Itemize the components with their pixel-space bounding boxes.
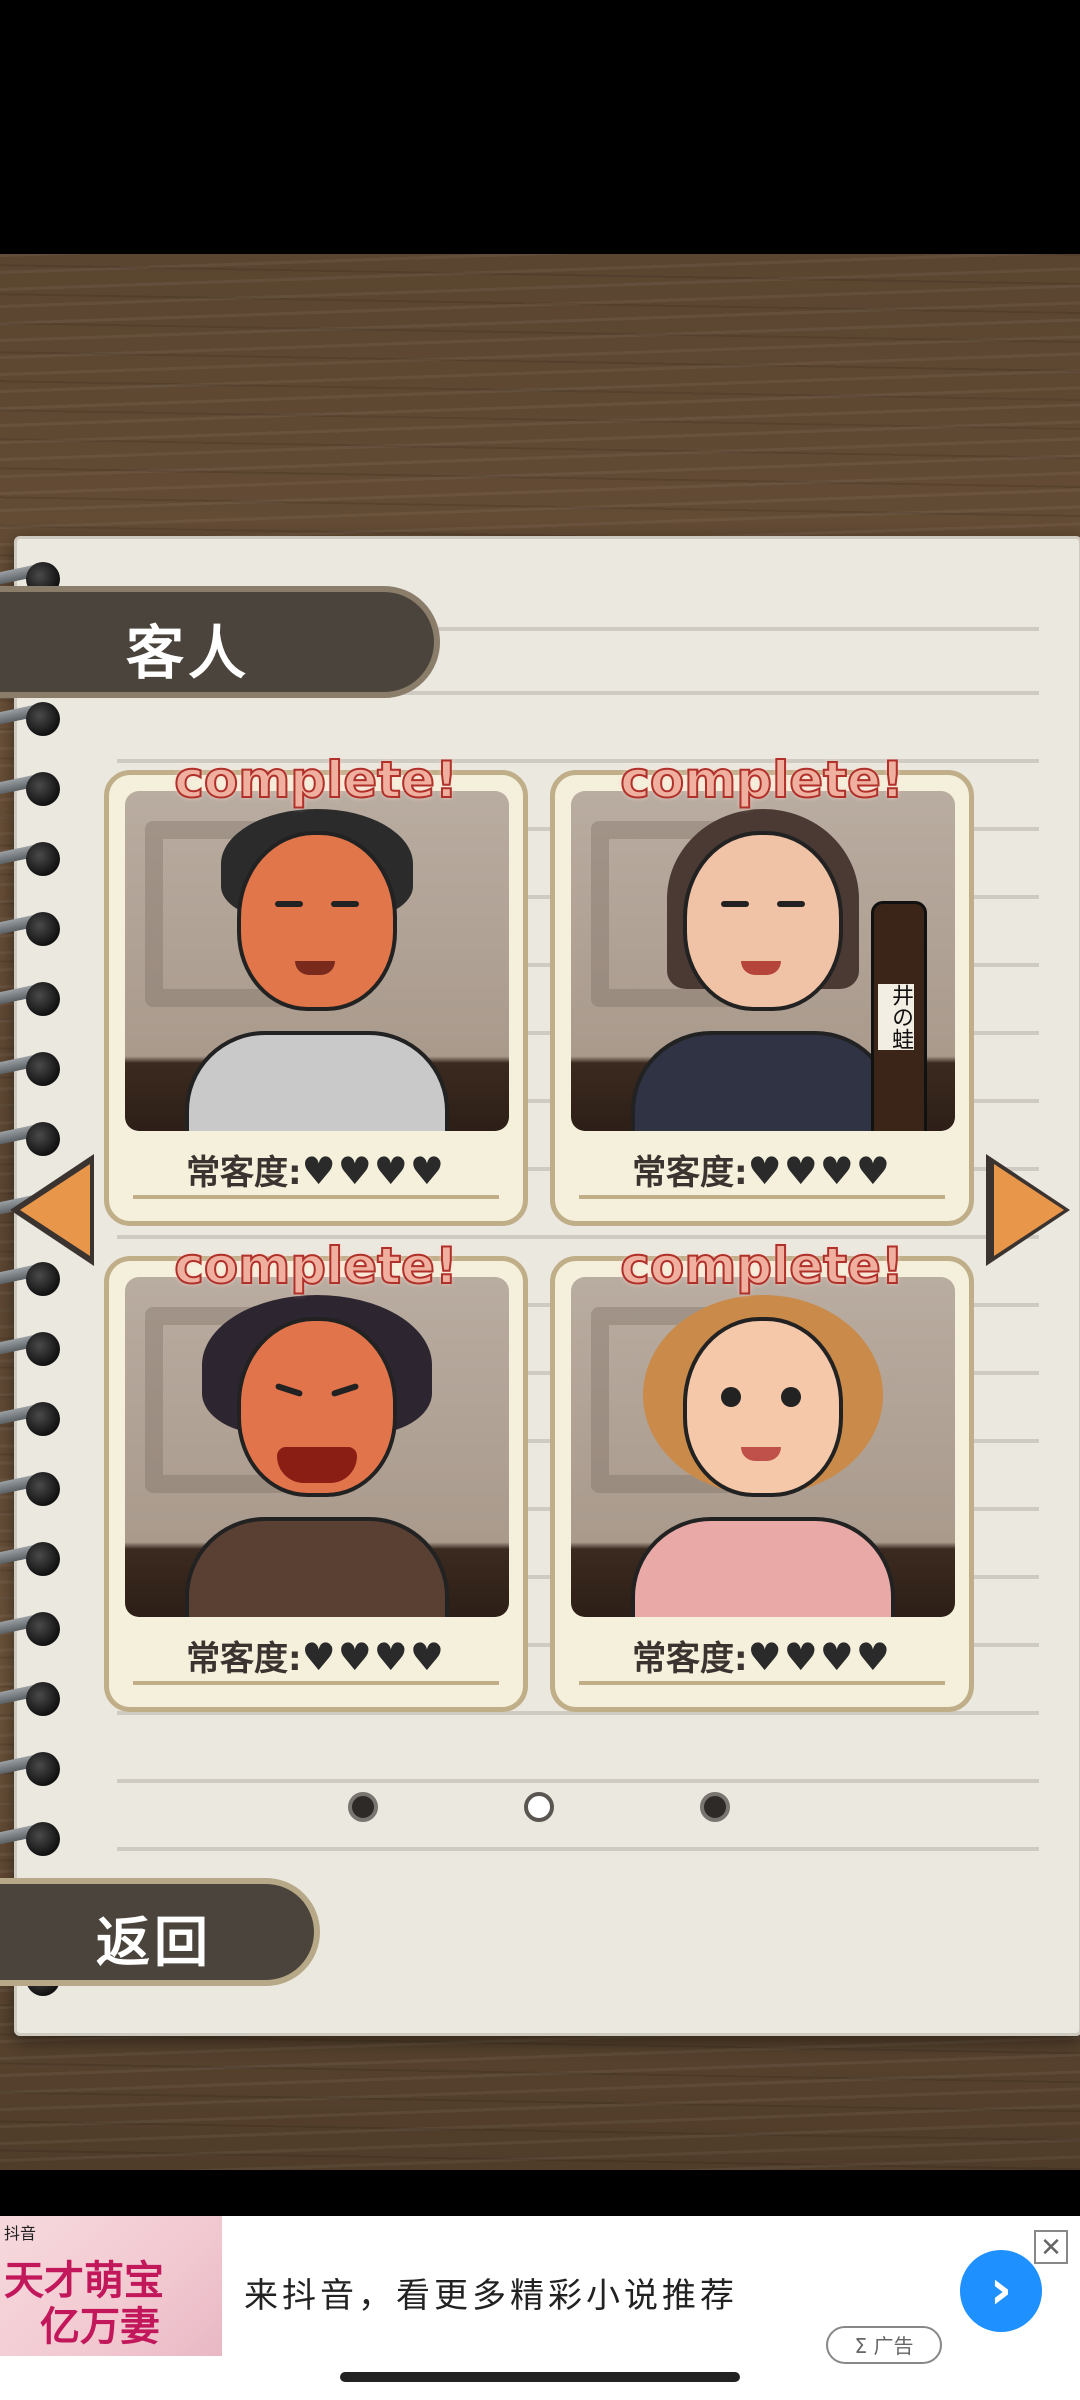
page-title: 客人	[126, 619, 251, 687]
heart-icons: ♥♥♥♥	[301, 1635, 446, 1679]
heart-icons: ♥♥♥♥	[747, 1635, 892, 1679]
status-bar-area	[0, 0, 1080, 254]
bottle-label: 井の蛙	[878, 984, 914, 1050]
page-indicator-dot-3[interactable]	[700, 1792, 730, 1822]
page-indicator-dot-1[interactable]	[348, 1792, 378, 1822]
bottom-black-bar	[0, 2170, 1080, 2220]
loyalty-label: 常客度:	[632, 1153, 748, 1193]
ad-text[interactable]: 来抖音，看更多精彩小说推荐	[244, 2268, 738, 2317]
customer-portrait	[125, 791, 509, 1131]
customer-card-1[interactable]: complete! 常客度:♥♥♥♥	[104, 750, 528, 1226]
customer-portrait	[571, 1277, 955, 1617]
ad-thumb-title-2: 亿万妻	[40, 2304, 160, 2350]
complete-label: complete!	[173, 1236, 459, 1296]
customer-card-2[interactable]: 井の蛙 complete! 常客度:♥♥♥♥	[550, 750, 974, 1226]
complete-label: complete!	[173, 750, 459, 810]
back-button[interactable]: 返回	[0, 1878, 320, 1986]
customer-card-4[interactable]: complete! 常客度:♥♥♥♥	[550, 1236, 974, 1712]
ad-go-arrow-icon[interactable]: ›	[960, 2250, 1042, 2332]
loyalty-label: 常客度:	[632, 1639, 748, 1679]
page-indicator-dot-2[interactable]	[524, 1792, 554, 1822]
notebook-rings	[0, 560, 70, 2000]
loyalty-label: 常客度:	[186, 1639, 302, 1679]
complete-label: complete!	[619, 1236, 905, 1296]
loyalty-label: 常客度:	[186, 1153, 302, 1193]
ad-close-icon[interactable]: ✕	[1034, 2230, 1068, 2264]
sake-bottle-icon: 井の蛙	[871, 901, 927, 1131]
ad-tag: Σ 广告	[826, 2326, 942, 2364]
heart-icons: ♥♥♥♥	[301, 1149, 446, 1193]
heart-icons: ♥♥♥♥	[747, 1149, 892, 1193]
douyin-logo-icon: 抖音	[4, 2224, 37, 2243]
customer-portrait	[125, 1277, 509, 1617]
next-page-arrow-icon[interactable]	[986, 1154, 1076, 1270]
ad-thumbnail[interactable]: 抖音 天才萌宝 亿万妻	[0, 2216, 222, 2356]
prev-page-arrow-icon[interactable]	[10, 1154, 106, 1270]
back-button-label: 返回	[96, 1911, 212, 1974]
customer-portrait: 井の蛙	[571, 791, 955, 1131]
complete-label: complete!	[619, 750, 905, 810]
loyalty-rating: 常客度:♥♥♥♥	[109, 1145, 523, 1194]
loyalty-rating: 常客度:♥♥♥♥	[555, 1145, 969, 1194]
section-tab: 客人	[0, 586, 440, 698]
home-indicator[interactable]	[340, 2372, 740, 2382]
customer-card-3[interactable]: complete! 常客度:♥♥♥♥	[104, 1236, 528, 1712]
loyalty-rating: 常客度:♥♥♥♥	[109, 1631, 523, 1680]
loyalty-rating: 常客度:♥♥♥♥	[555, 1631, 969, 1680]
